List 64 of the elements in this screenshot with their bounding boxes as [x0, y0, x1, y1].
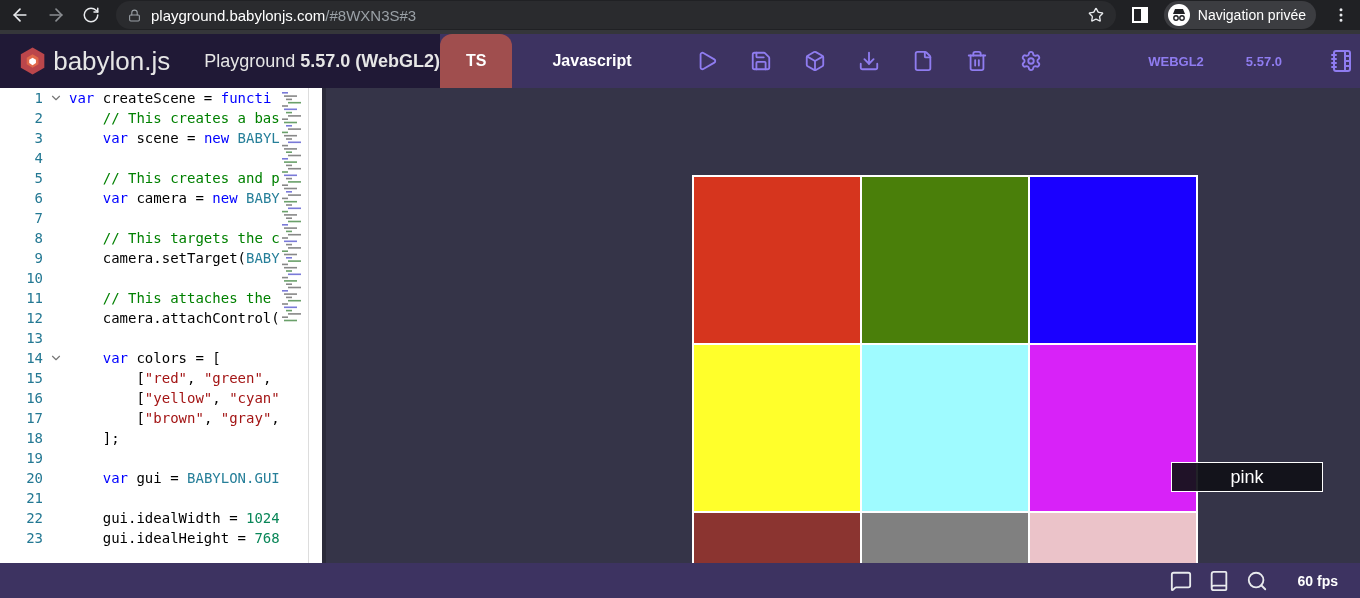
color-tile[interactable] — [862, 177, 1028, 343]
color-tile[interactable] — [862, 345, 1028, 511]
line-number: 14 — [25, 350, 43, 366]
side-panel-icon[interactable] — [1131, 7, 1148, 23]
line-number: 11 — [25, 290, 43, 306]
code-line: // This creates and p — [101, 170, 280, 186]
address-bar[interactable]: playground.babylonjs.com/#8WXN3S#3 — [116, 1, 1116, 29]
line-number: 2 — [33, 110, 43, 126]
code-line: var gui = BABYLON.GUI — [101, 470, 280, 486]
line-number: 21 — [25, 490, 43, 506]
line-number: 8 — [33, 230, 43, 246]
version-label: 5.57.0 — [1245, 53, 1282, 69]
tooltip-label: pink — [1171, 462, 1323, 492]
incognito-icon — [1167, 4, 1190, 26]
line-number: 13 — [25, 330, 43, 346]
code-line: ["brown", "gray", — [135, 410, 280, 426]
line-number: 15 — [25, 370, 43, 386]
code-line: // This attaches the — [101, 290, 272, 306]
profile-chip[interactable]: Navigation privée — [1163, 1, 1316, 29]
fps-counter: 60 fps — [1297, 572, 1338, 589]
color-tile[interactable] — [1030, 177, 1196, 343]
code-line: camera.attachControl( — [101, 310, 280, 326]
bookmark-star-icon[interactable] — [1087, 7, 1104, 23]
line-number: 6 — [33, 190, 43, 206]
color-tile[interactable] — [1030, 345, 1196, 511]
line-number: 1 — [33, 90, 43, 106]
code-line: var scene = new BABYL — [101, 130, 280, 146]
code-line: camera.setTarget(BABY — [101, 250, 280, 266]
line-number: 23 — [25, 530, 43, 546]
line-number: 16 — [25, 390, 43, 406]
code-line: var colors = [ — [101, 350, 221, 366]
line-number: 5 — [33, 170, 43, 186]
line-number: 22 — [25, 510, 43, 526]
logo-text: babylon.js — [53, 45, 172, 77]
code-line: // This targets the c — [101, 230, 280, 246]
code-line: gui.idealHeight = 768 — [101, 530, 280, 546]
line-number: 20 — [25, 470, 43, 486]
reload-button[interactable] — [82, 6, 100, 24]
line-number: 19 — [25, 450, 43, 466]
code-line: var createScene = functi — [69, 90, 272, 106]
color-tile[interactable] — [694, 345, 860, 511]
code-line: ["yellow", "cyan" — [135, 390, 280, 406]
code-line: var camera = new BABY — [101, 190, 280, 206]
lock-icon — [128, 8, 141, 22]
line-number: 4 — [33, 150, 43, 166]
code-line: ]; — [101, 430, 120, 446]
line-number: 18 — [25, 430, 43, 446]
engine-label: WEBGL2 — [1148, 53, 1204, 69]
line-number: 10 — [25, 270, 43, 286]
line-number: 7 — [33, 210, 43, 226]
line-number: 3 — [33, 130, 43, 146]
render-canvas[interactable]: pink — [326, 88, 1360, 563]
code-line: // This creates a bas — [101, 110, 280, 126]
color-tile[interactable] — [694, 177, 860, 343]
line-number: 17 — [25, 410, 43, 426]
line-number: 12 — [25, 310, 43, 326]
url-text: playground.babylonjs.com/#8WXN3S#3 — [151, 6, 417, 24]
line-number: 9 — [33, 250, 43, 266]
code-line: gui.idealWidth = 1024 — [101, 510, 280, 526]
language-tab[interactable]: TS — [440, 34, 513, 88]
search-icon[interactable] — [1245, 569, 1268, 592]
playground-title: Playground 5.57.0 (WebGL2) — [204, 50, 440, 72]
code-line: ["red", "green", — [135, 370, 272, 386]
chat-icon[interactable] — [1169, 569, 1192, 592]
